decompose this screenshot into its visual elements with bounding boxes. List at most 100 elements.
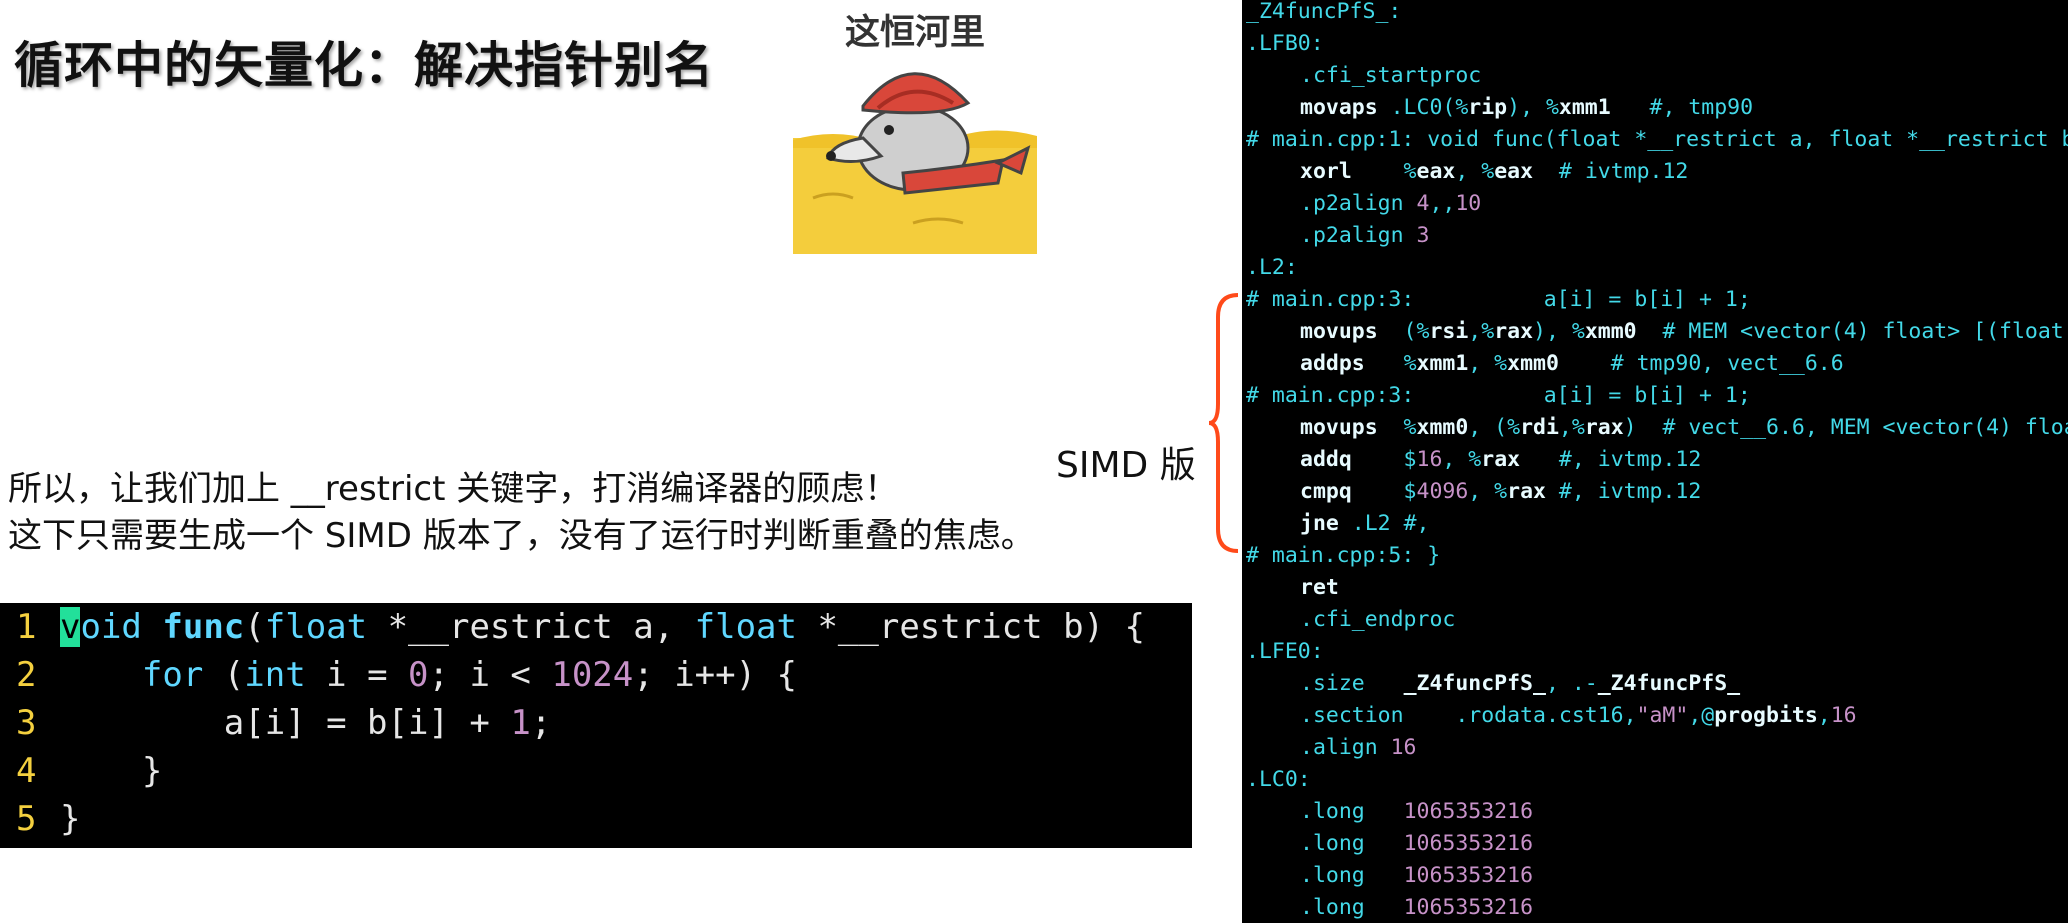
asm-instruction: movaps .LC0(%rip), %xmm1 #, tmp90 bbox=[1246, 92, 1753, 124]
asm-number: 16 bbox=[1416, 447, 1443, 472]
function-name: func bbox=[162, 607, 245, 647]
code-text: ( bbox=[203, 655, 245, 695]
asm-number: 1065353216 bbox=[1403, 895, 1534, 920]
asm-register: rsi bbox=[1429, 319, 1469, 344]
number-literal: 0 bbox=[408, 655, 429, 695]
asm-number: 1065353216 bbox=[1403, 799, 1534, 824]
asm-register: rax bbox=[1494, 319, 1534, 344]
asm-number: 10 bbox=[1455, 191, 1482, 216]
keyword: float bbox=[264, 607, 368, 647]
asm-register: rdi bbox=[1520, 415, 1559, 440]
asm-data-line: .long 1065353216 bbox=[1246, 892, 1533, 923]
asm-comment: # ivtmp.12 bbox=[1533, 159, 1689, 184]
asm-instruction: movups (%rsi,%rax), %xmm0 # MEM <vector(… bbox=[1246, 316, 2068, 348]
asm-opcode: addps bbox=[1300, 351, 1365, 376]
simd-version-label: SIMD 版 bbox=[1056, 445, 1196, 486]
code-line: 3 a[i] = b[i] + 1; bbox=[0, 699, 551, 747]
asm-string: "aM" bbox=[1636, 703, 1689, 728]
asm-operand: ,, bbox=[1429, 191, 1456, 216]
asm-operand: % bbox=[1364, 351, 1417, 376]
explanation-line-2: 这下只需要生成一个 SIMD 版本了，没有了运行时判断重叠的焦虑。 bbox=[8, 516, 1035, 556]
asm-instruction: xorl %eax, %eax # ivtmp.12 bbox=[1246, 156, 1688, 188]
seal-in-river-illustration bbox=[793, 72, 1037, 254]
asm-instruction: addps %xmm1, %xmm0 # tmp90, vect__6.6 bbox=[1246, 348, 1844, 380]
asm-operand: .LC0(% bbox=[1377, 95, 1469, 120]
asm-data-line: .long 1065353216 bbox=[1246, 860, 1533, 892]
line-number: 3 bbox=[16, 703, 37, 743]
asm-register: xmm0 bbox=[1507, 351, 1559, 376]
asm-directive-name: .long bbox=[1300, 831, 1365, 856]
slide-title: 循环中的矢量化：解决指针别名 bbox=[14, 36, 715, 94]
assembly-output-panel: _Z4funcPfS_: .LFB0: .cfi_startproc movap… bbox=[1242, 0, 2068, 923]
code-text: i = bbox=[305, 655, 409, 695]
asm-data-line: .long 1065353216 bbox=[1246, 828, 1533, 860]
line-number: 2 bbox=[16, 655, 37, 695]
asm-register: rax bbox=[1507, 479, 1546, 504]
asm-operand: % bbox=[1351, 159, 1417, 184]
asm-comment: # main.cpp:5: } bbox=[1246, 543, 1441, 568]
asm-operand: ,% bbox=[1558, 415, 1585, 440]
asm-instruction: addq $16, %rax #, ivtmp.12 bbox=[1246, 444, 1701, 476]
asm-data-line: .long 1065353216 bbox=[1246, 796, 1533, 828]
asm-register: rax bbox=[1481, 447, 1521, 472]
code-text: ; i < bbox=[428, 655, 552, 695]
asm-directive: .p2align 3 bbox=[1246, 220, 1429, 252]
code-line: 2 for (int i = 0; i < 1024; i++) { bbox=[0, 651, 797, 699]
asm-register: xmm1 bbox=[1416, 351, 1469, 376]
asm-operand: , % bbox=[1468, 351, 1508, 376]
asm-operand: ,% bbox=[1468, 319, 1495, 344]
code-text: ; i++) { bbox=[633, 655, 798, 695]
asm-directive: .section .rodata.cst16,"aM",@progbits,16 bbox=[1246, 700, 1857, 732]
asm-directive: .p2align 4,,10 bbox=[1246, 188, 1481, 220]
asm-operand: (% bbox=[1377, 319, 1430, 344]
asm-register: rax bbox=[1584, 415, 1624, 440]
code-text: } bbox=[60, 751, 163, 791]
asm-comment: # MEM <vector(4) float> [(float *)b_8(D)… bbox=[1662, 319, 2064, 344]
code-text: ( bbox=[244, 607, 265, 647]
asm-opcode: jne bbox=[1300, 511, 1339, 536]
asm-opcode: addq bbox=[1300, 447, 1352, 472]
asm-number: 16 bbox=[1390, 735, 1417, 760]
asm-register: eax bbox=[1494, 159, 1534, 184]
asm-operand: , bbox=[1817, 703, 1831, 728]
number-literal: 1 bbox=[510, 703, 531, 743]
asm-operand: $ bbox=[1351, 447, 1417, 472]
asm-number: 1065353216 bbox=[1403, 831, 1534, 856]
text-cursor: v bbox=[60, 607, 81, 647]
asm-operand: % bbox=[1377, 415, 1417, 440]
asm-directive-name: .long bbox=[1300, 863, 1365, 888]
code-text: *__restrict a, bbox=[367, 607, 695, 647]
asm-operand: ), % bbox=[1507, 95, 1559, 120]
asm-operand: ,@ bbox=[1688, 703, 1715, 728]
source-code-editor: 1 void func(float *__restrict a, float *_… bbox=[0, 603, 1192, 848]
asm-number: 16 bbox=[1830, 703, 1857, 728]
asm-comment: #, tmp90 bbox=[1610, 95, 1754, 120]
asm-comment: #, ivtmp.12 bbox=[1545, 479, 1702, 504]
asm-opcode: xorl bbox=[1300, 159, 1352, 184]
asm-directive: .size _Z4funcPfS_, .-_Z4funcPfS_ bbox=[1246, 668, 1740, 700]
asm-opcode: cmpq bbox=[1300, 479, 1352, 504]
asm-symbol: _Z4funcPfS_ bbox=[1597, 671, 1741, 696]
asm-opcode: movups bbox=[1300, 319, 1378, 344]
code-text: a[i] = b[i] + bbox=[60, 703, 511, 743]
asm-directive: .cfi_startproc bbox=[1300, 63, 1482, 88]
asm-number: 4096 bbox=[1416, 479, 1469, 504]
asm-operand: , % bbox=[1442, 447, 1482, 472]
asm-instruction: jne .L2 #, bbox=[1246, 508, 1429, 540]
asm-operand: , % bbox=[1468, 479, 1508, 504]
asm-label: _Z4funcPfS_: bbox=[1246, 0, 1402, 24]
asm-directive-name: .p2align bbox=[1300, 191, 1417, 216]
asm-directive-name: .section .rodata.cst16, bbox=[1300, 703, 1637, 728]
asm-directive-name: .align bbox=[1300, 735, 1391, 760]
explanation-line-1: 所以，让我们加上 __restrict 关键字，打消编译器的顾虑！ bbox=[8, 469, 899, 509]
asm-comment: # tmp90, vect__6.6 bbox=[1558, 351, 1844, 376]
asm-directive-name: .p2align bbox=[1300, 223, 1417, 248]
keyword: oid bbox=[80, 607, 163, 647]
asm-comment: ) # vect__6.6, MEM <vector(4) float> [(f… bbox=[1623, 415, 2068, 440]
asm-number: 4 bbox=[1416, 191, 1430, 216]
line-number: 4 bbox=[16, 751, 37, 791]
asm-directive: .align 16 bbox=[1246, 732, 1417, 764]
asm-opcode: movaps bbox=[1300, 95, 1378, 120]
asm-register: rip bbox=[1468, 95, 1508, 120]
